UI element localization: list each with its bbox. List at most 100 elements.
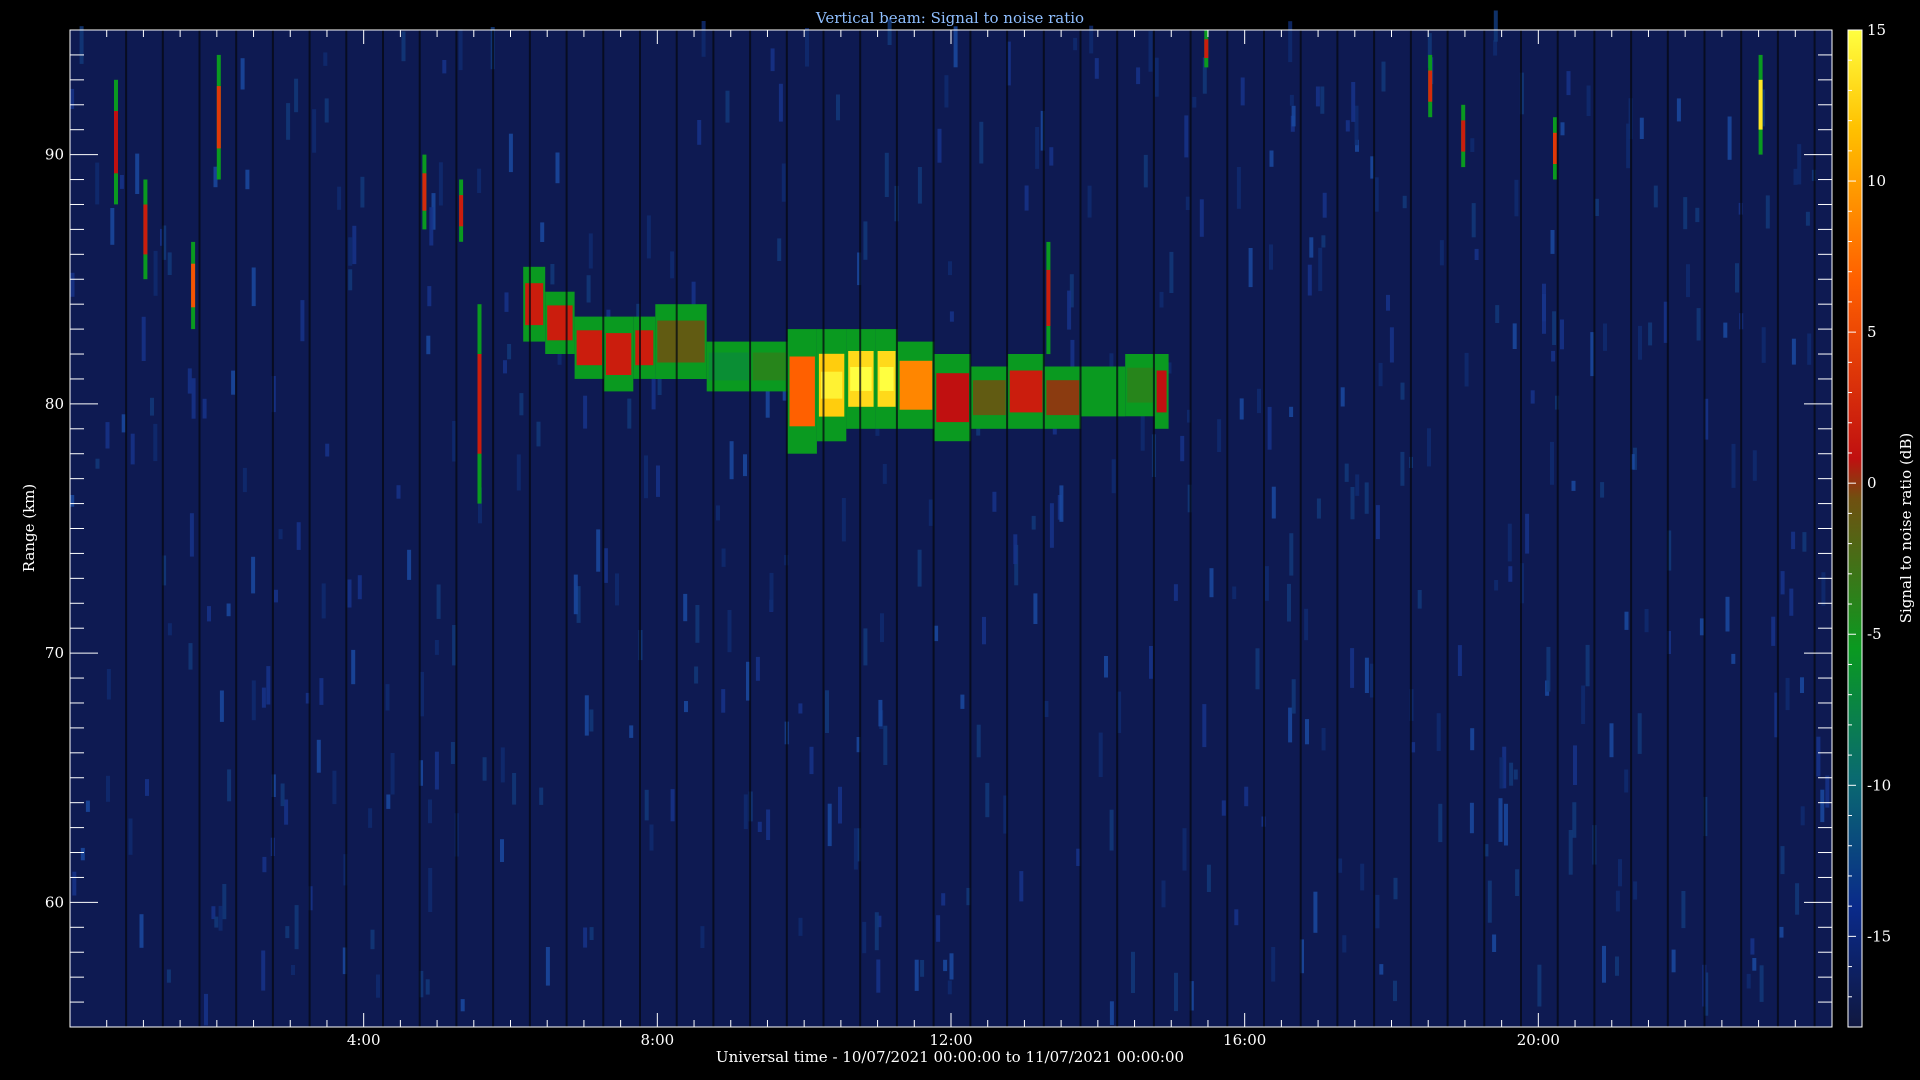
noise-cell — [656, 465, 660, 497]
noise-cell — [1509, 762, 1514, 786]
noise-cell — [1609, 723, 1614, 758]
noise-cell — [880, 613, 884, 643]
noise-cell — [1143, 154, 1148, 188]
noise-cell — [1131, 951, 1135, 993]
heatmap-plot-area — [70, 10, 1832, 1027]
data-gap-line — [1116, 30, 1119, 1027]
echo-spike-core — [477, 354, 482, 454]
noise-cell — [589, 927, 594, 940]
data-gap-line — [712, 30, 715, 1027]
noise-cell — [914, 959, 919, 991]
noise-cell — [319, 678, 324, 705]
data-gap-line — [859, 30, 862, 1027]
noise-cell — [1571, 480, 1576, 491]
noise-cell — [1322, 192, 1327, 218]
noise-cell — [697, 120, 702, 145]
noise-cell — [778, 83, 783, 122]
data-gap-line — [382, 30, 384, 1027]
noise-cell — [79, 26, 84, 64]
noise-cell — [1603, 323, 1607, 351]
colorbar-tick-label: -5 — [1867, 625, 1882, 643]
noise-cell — [1019, 871, 1024, 902]
echo-layer-core — [899, 360, 933, 410]
data-gap-line — [1446, 30, 1449, 1027]
data-gap-line — [1666, 30, 1669, 1027]
noise-cell — [1470, 138, 1475, 152]
noise-cell — [550, 264, 555, 285]
noise-cell — [716, 505, 720, 521]
noise-cell — [321, 583, 326, 619]
y-tick-label: 80 — [45, 395, 64, 413]
noise-cell — [1239, 398, 1244, 420]
noise-cell — [1791, 531, 1796, 550]
noise-cell — [721, 689, 726, 713]
noise-cell — [1340, 387, 1345, 407]
noise-cell — [1546, 646, 1551, 692]
noise-cell — [294, 78, 299, 113]
noise-cell — [1765, 195, 1770, 229]
echo-spike-core — [1758, 79, 1763, 130]
echo-layer-core — [525, 283, 544, 326]
echo-layer-core — [1156, 370, 1167, 413]
noise-cell — [1248, 248, 1253, 288]
noise-cell — [135, 153, 140, 194]
noise-cell — [425, 979, 430, 995]
noise-cell — [261, 950, 266, 991]
noise-cell — [960, 694, 965, 709]
noise-cell — [1221, 800, 1226, 816]
noise-cell — [145, 779, 149, 796]
noise-cell — [348, 237, 353, 266]
data-gap-line — [1226, 30, 1229, 1027]
noise-cell — [1492, 934, 1497, 952]
noise-cell — [1504, 803, 1508, 846]
noise-cell — [519, 393, 524, 416]
noise-cell — [1149, 646, 1153, 679]
echo-layer-core — [657, 320, 705, 363]
echo-spike-core — [1428, 70, 1433, 102]
noise-cell — [1427, 428, 1431, 467]
noise-cell — [274, 589, 278, 603]
noise-cell — [218, 905, 223, 931]
noise-cell — [934, 625, 939, 642]
noise-cell — [1067, 290, 1072, 330]
data-gap-line — [1263, 30, 1265, 1027]
noise-cell — [1572, 802, 1577, 838]
noise-cell — [878, 699, 883, 727]
noise-cell — [278, 529, 283, 540]
noise-cell — [347, 579, 352, 608]
noise-cell — [1560, 122, 1565, 136]
noise-cell — [426, 335, 431, 355]
noise-cell — [755, 656, 760, 681]
noise-cell — [743, 454, 747, 477]
noise-cell — [1507, 523, 1512, 562]
noise-cell — [949, 311, 954, 322]
noise-cell — [1159, 291, 1164, 308]
echo-layer-core — [547, 305, 573, 341]
noise-cell — [1267, 406, 1272, 450]
noise-cell — [1209, 568, 1214, 598]
echo-spike-core — [1046, 269, 1051, 326]
noise-cell — [294, 905, 299, 950]
x-tick-label: 8:00 — [640, 1031, 674, 1049]
noise-cell — [1550, 441, 1554, 485]
noise-cell — [1161, 880, 1166, 908]
noise-cell — [1304, 608, 1309, 641]
noise-cell — [1676, 98, 1681, 122]
noise-cell — [187, 368, 192, 394]
noise-cell — [1315, 86, 1320, 107]
echo-layer-core — [1009, 370, 1043, 413]
noise-cell — [1140, 414, 1145, 451]
noise-cell — [1807, 333, 1812, 365]
noise-cell — [512, 773, 517, 805]
noise-cell — [1602, 945, 1606, 983]
noise-cell — [1169, 251, 1174, 293]
noise-cell — [1109, 809, 1114, 851]
noise-cell — [1393, 980, 1397, 1002]
noise-cell — [385, 684, 390, 711]
noise-cell — [827, 803, 832, 847]
data-gap-line — [308, 30, 311, 1027]
data-gap-line — [455, 30, 458, 1027]
data-gap-line — [565, 30, 568, 1027]
noise-cell — [701, 21, 706, 57]
echo-layer-core — [605, 333, 632, 375]
